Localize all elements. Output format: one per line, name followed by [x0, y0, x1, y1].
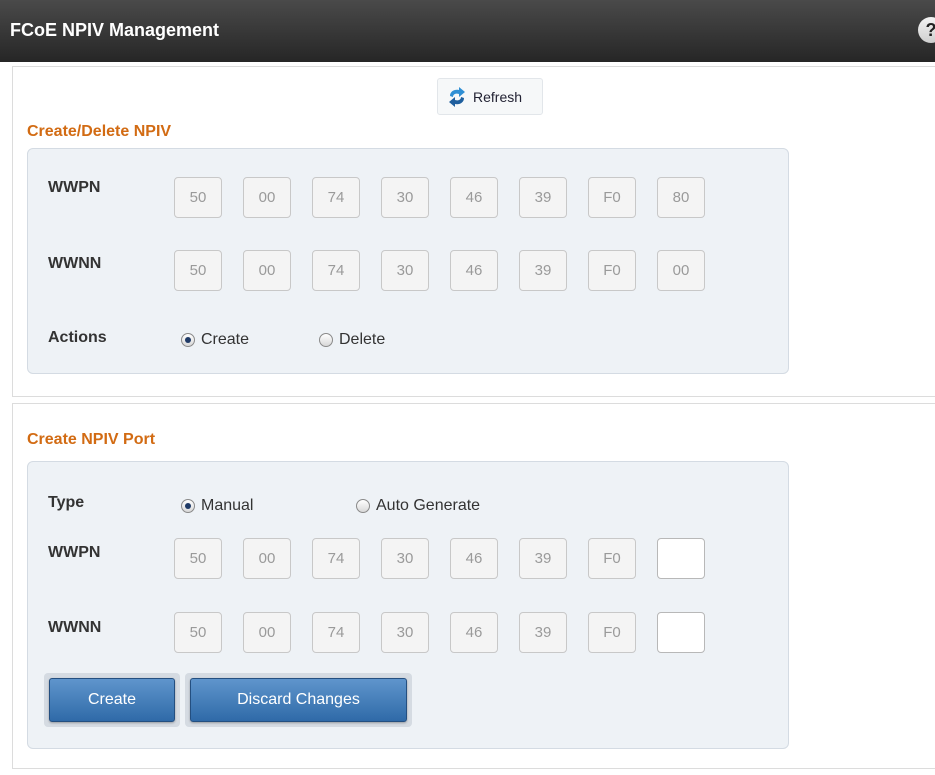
- create-delete-box: WWPN 50 00 74 30 46 39 F0 80 WWNN 50 00 …: [27, 148, 789, 374]
- wwpn-byte-3: 74: [312, 177, 360, 218]
- wwnn-byte-4: 30: [381, 250, 429, 291]
- refresh-label: Refresh: [473, 89, 523, 105]
- port-wwpn-byte-6: 39: [519, 538, 567, 579]
- wwnn-byte-8: 00: [657, 250, 705, 291]
- port-wwnn-label: WWNN: [48, 619, 102, 636]
- action-delete-label: Delete: [339, 331, 386, 348]
- discard-changes-button[interactable]: Discard Changes: [190, 678, 407, 722]
- wwnn-byte-1: 50: [174, 250, 222, 291]
- refresh-button[interactable]: Refresh: [437, 78, 543, 115]
- create-button[interactable]: Create: [49, 678, 175, 722]
- port-wwpn-byte-7: F0: [588, 538, 636, 579]
- action-delete-radio[interactable]: Delete: [319, 331, 385, 349]
- wwpn-fields: 50 00 74 30 46 39 F0 80: [174, 177, 705, 218]
- port-wwnn-byte-3: 74: [312, 612, 360, 653]
- radio-unchecked-icon: [356, 499, 370, 513]
- create-delete-section-title: Create/Delete NPIV: [27, 123, 172, 140]
- page-title: FCoE NPIV Management: [10, 20, 220, 40]
- port-wwpn-label: WWPN: [48, 544, 101, 561]
- wwpn-byte-8: 80: [657, 177, 705, 218]
- wwnn-byte-5: 46: [450, 250, 498, 291]
- actions-label: Actions: [48, 329, 107, 346]
- port-wwpn-byte-4: 30: [381, 538, 429, 579]
- port-wwpn-byte-8-input[interactable]: [657, 538, 705, 579]
- type-auto-generate-label: Auto Generate: [376, 497, 481, 514]
- wwpn-byte-1: 50: [174, 177, 222, 218]
- wwnn-byte-3: 74: [312, 250, 360, 291]
- wwpn-byte-2: 00: [243, 177, 291, 218]
- wwnn-byte-6: 39: [519, 250, 567, 291]
- port-wwnn-byte-4: 30: [381, 612, 429, 653]
- port-wwpn-byte-5: 46: [450, 538, 498, 579]
- port-wwpn-byte-1: 50: [174, 538, 222, 579]
- wwnn-fields: 50 00 74 30 46 39 F0 00: [174, 250, 705, 291]
- title-bar: FCoE NPIV Management ?: [0, 0, 935, 62]
- create-port-box: Type Manual Auto Generate WWPN 50 00 74 …: [27, 461, 789, 749]
- wwpn-byte-6: 39: [519, 177, 567, 218]
- wwnn-label: WWNN: [48, 255, 102, 272]
- wwpn-byte-5: 46: [450, 177, 498, 218]
- port-wwpn-fields: 50 00 74 30 46 39 F0: [174, 538, 705, 579]
- wwnn-byte-7: F0: [588, 250, 636, 291]
- create-port-panel: Create NPIV Port Type Manual Auto Genera…: [12, 403, 935, 769]
- type-auto-generate-radio[interactable]: Auto Generate: [356, 497, 480, 515]
- type-manual-label: Manual: [201, 497, 254, 514]
- refresh-icon: [449, 87, 465, 107]
- port-wwnn-byte-7: F0: [588, 612, 636, 653]
- help-icon[interactable]: ?: [918, 17, 935, 43]
- wwpn-byte-4: 30: [381, 177, 429, 218]
- type-label: Type: [48, 494, 85, 511]
- action-create-label: Create: [201, 331, 250, 348]
- port-wwnn-byte-5: 46: [450, 612, 498, 653]
- action-create-radio[interactable]: Create: [181, 331, 249, 349]
- port-wwnn-byte-8-input[interactable]: [657, 612, 705, 653]
- port-wwnn-fields: 50 00 74 30 46 39 F0: [174, 612, 705, 653]
- port-wwnn-byte-2: 00: [243, 612, 291, 653]
- radio-checked-icon: [181, 333, 195, 347]
- port-wwnn-byte-1: 50: [174, 612, 222, 653]
- create-port-section-title: Create NPIV Port: [27, 431, 156, 448]
- radio-unchecked-icon: [319, 333, 333, 347]
- wwpn-label: WWPN: [48, 179, 101, 196]
- port-wwnn-byte-6: 39: [519, 612, 567, 653]
- radio-checked-icon: [181, 499, 195, 513]
- port-wwpn-byte-3: 74: [312, 538, 360, 579]
- type-manual-radio[interactable]: Manual: [181, 497, 253, 515]
- port-wwpn-byte-2: 00: [243, 538, 291, 579]
- create-delete-panel: Refresh Create/Delete NPIV WWPN 50 00 74…: [12, 66, 935, 397]
- wwpn-byte-7: F0: [588, 177, 636, 218]
- wwnn-byte-2: 00: [243, 250, 291, 291]
